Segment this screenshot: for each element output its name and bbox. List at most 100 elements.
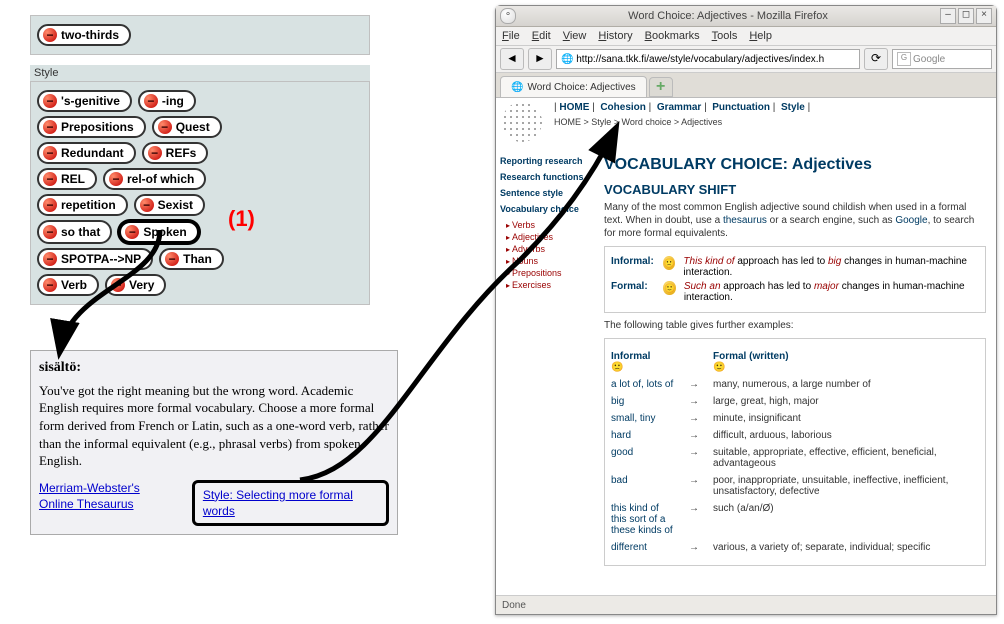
pill-label: Verb	[61, 278, 87, 292]
tbl-informal: this kind ofthis sort of athese kinds of	[611, 503, 681, 536]
sidebar-sec-research-functions[interactable]: Research functions	[500, 172, 590, 182]
pill-prepositions[interactable]: −Prepositions	[37, 116, 146, 138]
pill-redundant[interactable]: −Redundant	[37, 142, 136, 164]
pill-very[interactable]: −Very	[105, 274, 166, 296]
status-bar: Done	[496, 595, 996, 614]
table-row: small, tiny→minute, insignificant	[611, 413, 979, 424]
close-button[interactable]: ×	[976, 8, 992, 24]
menu-file[interactable]: File	[502, 30, 520, 42]
maximize-button[interactable]: ◻	[958, 8, 974, 24]
style-pill-group: −'s-genitive−-ing−Prepositions−Quest−Red…	[30, 81, 370, 305]
pill-spotpa-np[interactable]: −SPOTPA-->NP	[37, 248, 153, 270]
pill-label: REFs	[166, 146, 197, 160]
search-bar[interactable]: GGoogle	[892, 49, 992, 69]
pill-verb[interactable]: −Verb	[37, 274, 99, 296]
tab-strip: 🌐 Word Choice: Adjectives +	[496, 73, 996, 98]
sidebar-item-adverbs[interactable]: Adverbs	[506, 244, 590, 254]
bc-cohesion[interactable]: Cohesion	[600, 102, 646, 113]
pill-spoken[interactable]: −Spoken	[118, 220, 199, 244]
pill--ing[interactable]: −-ing	[138, 90, 196, 112]
forward-button[interactable]: ►	[528, 48, 552, 70]
pill-so-that[interactable]: −so that	[37, 220, 112, 244]
sidebar-item-adjectives[interactable]: Adjectives	[506, 232, 590, 242]
table-row: this kind ofthis sort of athese kinds of…	[611, 503, 979, 536]
sidebar-item-verbs[interactable]: Verbs	[506, 220, 590, 230]
pill-label: Prepositions	[61, 120, 134, 134]
tbl-formal: various, a variety of; separate, individ…	[713, 542, 979, 553]
sidebar-sec-vocabulary-choice[interactable]: Vocabulary choice	[500, 204, 590, 214]
tbl-informal: good	[611, 447, 681, 458]
back-button[interactable]: ◄	[500, 48, 524, 70]
minus-icon: −	[109, 172, 123, 186]
annotation-1: (1)	[228, 206, 255, 232]
menu-bookmarks[interactable]: Bookmarks	[645, 30, 700, 42]
bc-punctuation[interactable]: Punctuation	[712, 102, 770, 113]
tab-active[interactable]: 🌐 Word Choice: Adjectives	[500, 76, 647, 97]
minus-icon: −	[125, 225, 139, 239]
sidebar-item-nouns[interactable]: Nouns	[506, 256, 590, 266]
pill-than[interactable]: −Than	[159, 248, 224, 270]
pill-label: -ing	[162, 94, 184, 108]
app-menu-button[interactable]: ∘	[500, 8, 516, 24]
page-content: | HOME | Cohesion | Grammar | Punctuatio…	[496, 98, 996, 595]
sidebar-sec-reporting-research[interactable]: Reporting research	[500, 156, 590, 166]
table-intro: The following table gives further exampl…	[604, 319, 986, 332]
table-row: bad→poor, inappropriate, unsuitable, ine…	[611, 475, 979, 497]
tag-panel: −two-thirds Style −'s-genitive−-ing−Prep…	[30, 15, 370, 305]
pill--s-genitive[interactable]: −'s-genitive	[37, 90, 132, 112]
arrow-icon: →	[689, 379, 705, 390]
menu-history[interactable]: History	[598, 30, 632, 42]
sisalto-box: sisältö: You've got the right meaning bu…	[30, 350, 398, 535]
pill-label: two-thirds	[61, 28, 119, 42]
minus-icon: −	[165, 252, 179, 266]
url-bar[interactable]: 🌐 http://sana.tkk.fi/awe/style/vocabular…	[556, 49, 860, 69]
pill-quest[interactable]: −Quest	[152, 116, 222, 138]
informal-text: This kind of approach has led to big cha…	[683, 256, 979, 278]
sidebar-item-exercises[interactable]: Exercises	[506, 280, 590, 290]
pill-sexist[interactable]: −Sexist	[134, 194, 205, 216]
bc-grammar[interactable]: Grammar	[657, 102, 701, 113]
table-row: hard→difficult, arduous, laborious	[611, 430, 979, 441]
page-icon: 🌐	[511, 82, 523, 93]
google-inline-link[interactable]: Google	[895, 215, 927, 226]
pill-refs[interactable]: −REFs	[142, 142, 209, 164]
smile-icon: 🙂	[663, 281, 675, 295]
menu-tools[interactable]: Tools	[712, 30, 738, 42]
minimize-button[interactable]: –	[940, 8, 956, 24]
reload-button[interactable]: ⟳	[864, 48, 888, 70]
table-row: different→various, a variety of; separat…	[611, 542, 979, 553]
menu-edit[interactable]: Edit	[532, 30, 551, 42]
tbl-formal: many, numerous, a large number of	[713, 379, 979, 390]
pill-label: Spoken	[143, 225, 186, 239]
menu-help[interactable]: Help	[749, 30, 772, 42]
sidebar-sec-sentence-style[interactable]: Sentence style	[500, 188, 590, 198]
bc-style[interactable]: Style	[781, 102, 805, 113]
minus-icon: −	[43, 252, 57, 266]
tbl-formal: difficult, arduous, laborious	[713, 430, 979, 441]
browser-window: ∘ Word Choice: Adjectives - Mozilla Fire…	[495, 5, 997, 615]
bc-home[interactable]: HOME	[559, 102, 589, 113]
tab-label: Word Choice: Adjectives	[527, 82, 635, 93]
pill-rel[interactable]: −REL	[37, 168, 97, 190]
table-row: big→large, great, high, major	[611, 396, 979, 407]
top-pill-group: −two-thirds	[30, 15, 370, 55]
new-tab-button[interactable]: +	[649, 77, 673, 97]
pill-two-thirds[interactable]: −two-thirds	[37, 24, 131, 46]
thesaurus-link[interactable]: Merriam-Webster's Online Thesaurus	[39, 480, 162, 526]
tbl-informal: a lot of, lots of	[611, 379, 681, 390]
pill-label: SPOTPA-->NP	[61, 252, 141, 266]
style-link[interactable]: Style: Selecting more formal words	[203, 488, 353, 518]
minus-icon: −	[111, 278, 125, 292]
pill-repetition[interactable]: −repetition	[37, 194, 128, 216]
sidebar-item-prepositions[interactable]: Prepositions	[506, 268, 590, 278]
tbl-formal: large, great, high, major	[713, 396, 979, 407]
titlebar: ∘ Word Choice: Adjectives - Mozilla Fire…	[496, 6, 996, 27]
thesaurus-inline-link[interactable]: thesaurus	[723, 215, 767, 226]
minus-icon: −	[43, 225, 57, 239]
pill-rel-of-which[interactable]: −rel-of which	[103, 168, 206, 190]
formal-label: Formal:	[611, 281, 655, 292]
menu-view[interactable]: View	[563, 30, 587, 42]
pill-label: Sexist	[158, 198, 193, 212]
formal-text: Such an approach has led to major change…	[684, 281, 979, 303]
arrow-icon: →	[689, 430, 705, 441]
